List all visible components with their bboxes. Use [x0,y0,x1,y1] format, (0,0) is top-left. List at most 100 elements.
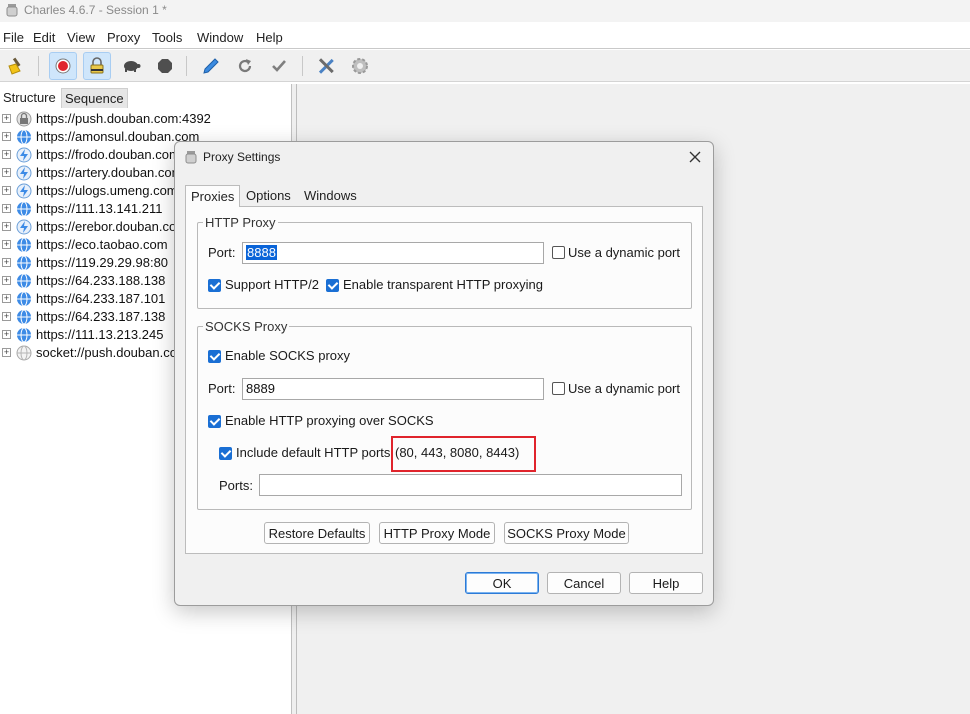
expand-icon[interactable]: + [2,186,11,195]
http-dynamic-port-checkbox[interactable] [552,246,565,259]
lightning-icon [16,183,32,199]
expand-icon[interactable]: + [2,114,11,123]
throttle-button[interactable] [117,52,145,80]
host-label: https://eco.taobao.com [36,237,168,252]
http-proxy-group: HTTP Proxy Port: 8888 Use a dynamic port… [197,215,692,309]
host-label: https://64.233.187.101 [36,291,166,306]
http-proxy-legend: HTTP Proxy [203,215,278,230]
http2-checkbox[interactable] [208,279,221,292]
close-icon [689,151,701,163]
socks-port-input[interactable]: 8889 [242,378,544,400]
checkmark-icon [272,60,286,72]
ssl-proxying-button[interactable] [83,52,111,80]
cancel-button[interactable]: Cancel [547,572,621,594]
tab-proxies[interactable]: Proxies [185,185,241,207]
charles-jar-icon [6,4,18,17]
validate-button[interactable] [265,52,293,80]
socks-dynamic-port-checkbox[interactable] [552,382,565,395]
host-label: socket://push.douban.com [36,345,188,360]
expand-icon[interactable]: + [2,204,11,213]
broom-icon [8,57,21,75]
host-label: https://artery.douban.com [36,165,183,180]
host-label: https://64.233.187.138 [36,309,166,324]
menu-view[interactable]: View [67,30,95,45]
settings-button[interactable] [346,52,374,80]
host-label: https://64.233.188.138 [36,273,166,288]
expand-icon[interactable]: + [2,312,11,321]
tab-options[interactable]: Options [241,185,296,207]
transparent-proxying-label: Enable transparent HTTP proxying [343,277,543,292]
proxies-panel: HTTP Proxy Port: 8888 Use a dynamic port… [185,206,703,554]
globe-icon [17,237,31,253]
dialog-title: Proxy Settings [203,150,281,164]
menu-edit[interactable]: Edit [33,30,55,45]
http-port-label: Port: [208,245,236,260]
socks-dynamic-port-label: Use a dynamic port [568,381,680,396]
tree-row[interactable]: + https://push.douban.com:4392 [0,110,292,128]
tab-structure[interactable]: Structure [0,88,59,108]
lightning-icon [16,165,32,181]
globe-icon [17,309,31,325]
proxy-settings-dialog: Proxy Settings Proxies Options Windows H… [174,141,714,606]
expand-icon[interactable]: + [2,132,11,141]
host-label: https://111.13.141.211 [36,201,163,216]
menu-tools[interactable]: Tools [152,30,182,45]
http-port-input[interactable]: 8888 [242,242,544,264]
stop-hexagon-icon [158,59,172,73]
host-label: https://erebor.douban.com [36,219,188,234]
ok-button[interactable]: OK [465,572,539,594]
globe-icon [17,255,31,271]
gear-icon [352,58,368,74]
default-http-ports-label: Include default HTTP ports [236,445,391,460]
expand-icon[interactable]: + [2,348,11,357]
tab-windows[interactable]: Windows [299,185,362,207]
restore-defaults-button[interactable]: Restore Defaults [264,522,370,544]
socks-port-label: Port: [208,381,236,396]
globe-icon [17,291,31,307]
tools-button[interactable] [312,52,340,80]
http-proxy-mode-button[interactable]: HTTP Proxy Mode [379,522,495,544]
globe-icon [17,201,31,217]
lightning-icon [16,147,32,163]
http-dynamic-port-label: Use a dynamic port [568,245,680,260]
record-icon [55,58,71,74]
default-http-ports-checkbox[interactable] [219,447,232,460]
globe-icon [17,273,31,289]
expand-icon[interactable]: + [2,168,11,177]
expand-icon[interactable]: + [2,276,11,285]
http-over-socks-label: Enable HTTP proxying over SOCKS [225,413,434,428]
socket-globe-icon [16,345,32,361]
host-label: https://119.29.29.98:80 [36,255,169,270]
socks-proxy-mode-button[interactable]: SOCKS Proxy Mode [504,522,629,544]
expand-icon[interactable]: + [2,294,11,303]
dialog-titlebar: Proxy Settings [175,142,713,172]
transparent-proxying-checkbox[interactable] [326,279,339,292]
menu-window[interactable]: Window [197,30,243,45]
expand-icon[interactable]: + [2,240,11,249]
record-button[interactable] [49,52,77,80]
enable-socks-label: Enable SOCKS proxy [225,348,351,363]
enable-socks-checkbox[interactable] [208,350,221,363]
globe-icon [17,327,31,343]
close-button[interactable] [683,146,707,168]
http2-label: Support HTTP/2 [225,277,319,292]
breakpoints-button[interactable] [151,52,179,80]
http-over-socks-checkbox[interactable] [208,415,221,428]
expand-icon[interactable]: + [2,258,11,267]
socks-proxy-legend: SOCKS Proxy [203,319,290,334]
clear-session-button[interactable] [2,52,30,80]
repeat-button[interactable] [231,52,259,80]
tab-sequence[interactable]: Sequence [61,88,128,108]
menu-proxy[interactable]: Proxy [107,30,140,45]
ports-label: Ports: [219,478,253,493]
compose-button[interactable] [197,52,225,80]
window-title: Charles 4.6.7 - Session 1 * [24,3,167,17]
expand-icon[interactable]: + [2,150,11,159]
menu-file[interactable]: File [3,30,24,45]
ports-input[interactable] [259,474,682,496]
expand-icon[interactable]: + [2,222,11,231]
toolbar [0,50,970,82]
help-button[interactable]: Help [629,572,703,594]
menu-help[interactable]: Help [256,30,283,45]
expand-icon[interactable]: + [2,330,11,339]
